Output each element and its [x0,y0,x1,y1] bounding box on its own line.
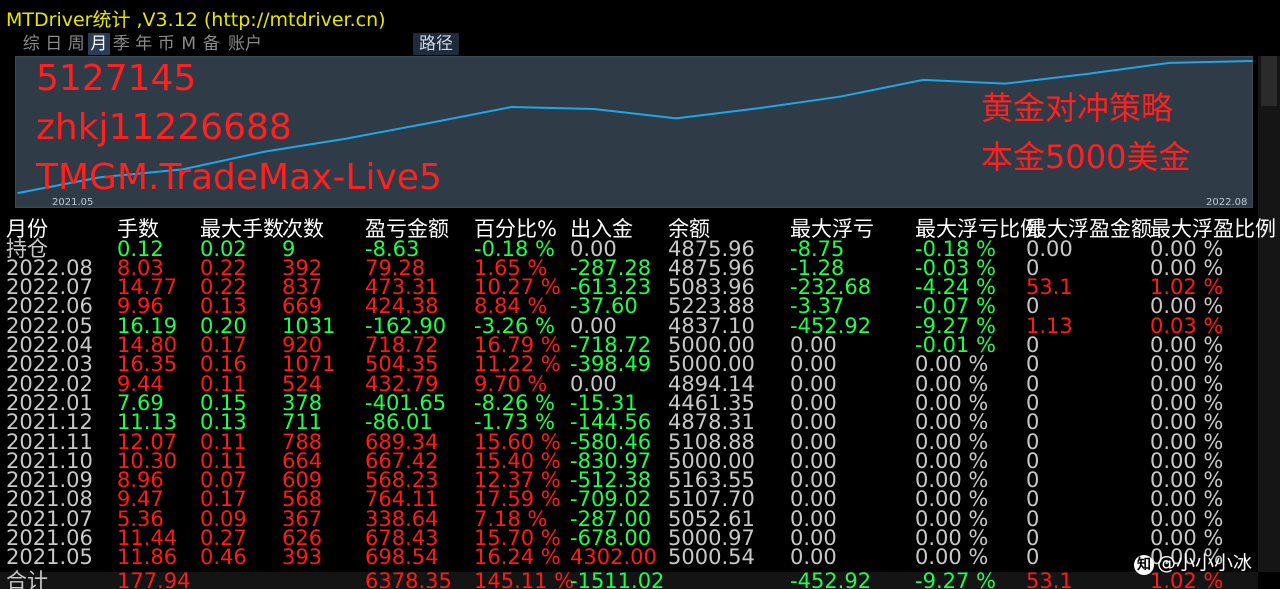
tab-3[interactable]: 月 [87,33,110,55]
equity-point-2021.05 [17,192,19,194]
x-tick-end: 2022.08 [1206,197,1248,208]
chart-overlay-server: TMGM.TradeMax-Live5 [36,157,442,198]
window-title: MTDriver统计 ,V3.12 (http://mtdriver.cn) [6,9,386,31]
table-cell: 0.00 % [915,545,989,570]
tab-7[interactable]: M [178,33,201,55]
total-row: 合计 177.94 6378.35 145.11 % -1511.02 -452.92 -9… [0,568,1258,589]
table-cell: 5000.54 [668,545,755,570]
watermark-text: @小小小冰 [1157,552,1253,574]
table-row[interactable]: 2021.05 11.86 0.46 393 698.54 16.24 % 4302.00 5… [0,545,1258,570]
total-cell: 145.11 % [474,568,575,589]
scrollbar-thumb[interactable] [1261,56,1277,106]
tab-6[interactable]: 币 [155,33,178,55]
equity-point-2022.01 [675,117,677,120]
zhihu-logo-icon: 知 [1134,555,1154,575]
total-cell: 53.1 [1026,568,1073,589]
period-tabs: 综日周月季年币 M 备账户 路径 [20,33,459,55]
table-cell: 16.24 % [474,545,561,570]
table-cell: 393 [282,545,323,570]
tab-4[interactable]: 季 [110,33,133,55]
total-cell: -452.92 [790,568,872,589]
total-cell: 6378.35 [365,568,452,589]
table-cell: 0.00 [790,545,837,570]
equity-point-2021.10 [428,122,431,124]
table-cell: 11.86 [117,545,178,570]
table-cell: 4302.00 [570,545,657,570]
tab-0[interactable]: 综 [20,33,43,55]
equity-point-2021.12 [593,108,595,110]
table-cell: 2021.05 [6,545,93,570]
title-bar: MTDriver统计 ,V3.12 (http://mtdriver.cn) [0,0,1280,32]
tab-9[interactable]: 账户 [223,33,268,55]
vertical-scrollbar[interactable] [1258,56,1280,572]
chart-overlay-account: 5127145 [36,58,197,99]
table-cell: 0.46 [200,545,247,570]
chart-overlay-login: zhkj11226688 [36,107,292,148]
tab-5[interactable]: 年 [133,33,156,55]
equity-point-2021.09 [346,137,348,140]
total-cell: -1511.02 [570,568,665,589]
equity-point-2022.03 [839,95,842,98]
chart-overlay-strategy: 黄金对冲策略 [981,89,1174,127]
equity-point-2022.06 [1086,73,1089,75]
equity-chart: 5127145 zhkj11226688 TMGM.TradeMax-Live5… [15,56,1253,208]
watermark: 知 @小小小冰 [1134,548,1252,575]
path-button[interactable]: 路径 [413,33,459,55]
table-row[interactable]: 2022.03 16.35 0.16 1071 504.35 11.22 % -398.49… [0,354,1258,375]
equity-point-2022.05 [1004,82,1006,85]
table-cell: 0 [1026,545,1040,570]
equity-point-2021.11 [510,106,513,108]
x-tick-start: 2021.05 [52,197,94,208]
total-cell: -9.27 % [915,568,996,589]
table-cell: 698.54 [365,545,439,570]
equity-point-2022.08 [1251,60,1253,62]
tab-1[interactable]: 日 [43,33,66,55]
equity-point-2022.07 [1168,62,1171,64]
equity-point-2022.04 [922,79,924,81]
chart-overlay-capital: 本金5000美金 [981,138,1191,176]
total-cell: 177.94 [117,568,191,589]
tab-2[interactable]: 周 [65,33,88,55]
tab-8[interactable]: 备 [200,33,223,55]
equity-point-2021.08 [264,150,266,153]
equity-point-2022.02 [757,107,760,110]
total-cell: 合计 [6,568,48,589]
